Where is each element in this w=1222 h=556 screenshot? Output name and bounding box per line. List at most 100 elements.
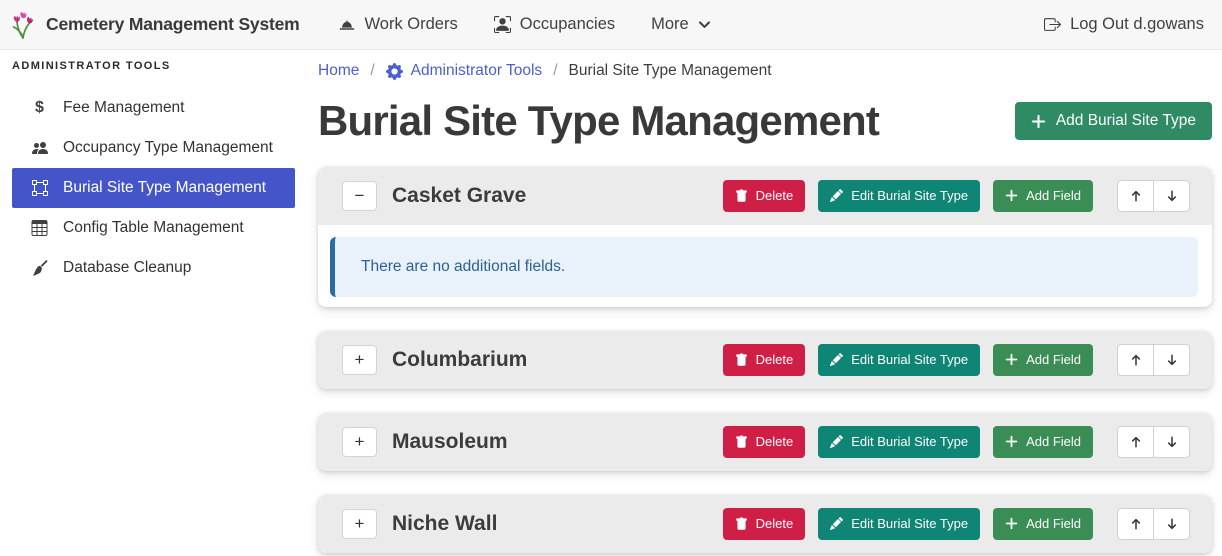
panel-title: Niche Wall: [392, 512, 497, 536]
sidebar-item-burial-site-type[interactable]: Burial Site Type Management: [12, 168, 295, 208]
arrow-up-icon: [1129, 353, 1143, 367]
panel-title: Columbarium: [392, 348, 527, 372]
plus-icon: [1031, 114, 1046, 129]
nav-links: Work Orders Occupancies More: [338, 15, 711, 34]
chevron-down-icon: [698, 18, 711, 31]
pencil-icon: [830, 353, 843, 366]
sidebar-item-label: Database Cleanup: [63, 259, 191, 277]
arrow-down-icon: [1165, 353, 1179, 367]
broom-icon: [30, 260, 49, 276]
pencil-icon: [830, 517, 843, 530]
add-field-button[interactable]: Add Field: [993, 508, 1093, 540]
move-down-button[interactable]: [1153, 426, 1190, 458]
plus-icon: [1005, 435, 1018, 448]
logout-label: Log Out d.gowans: [1070, 15, 1204, 34]
edit-burial-site-type-button[interactable]: Edit Burial Site Type: [818, 180, 980, 212]
panel-actions: Delete Edit Burial Site Type: [723, 426, 1190, 458]
move-down-button[interactable]: [1153, 180, 1190, 212]
delete-button[interactable]: Delete: [723, 180, 806, 212]
move-down-button[interactable]: [1153, 344, 1190, 376]
breadcrumb-current: Burial Site Type Management: [569, 62, 772, 80]
delete-button[interactable]: Delete: [723, 426, 806, 458]
sidebar-item-label: Fee Management: [63, 99, 185, 117]
main-content: Home / Administrator Tools / Burial Site…: [310, 50, 1222, 556]
arrow-up-icon: [1129, 189, 1143, 203]
sidebar: ADMINISTRATOR TOOLS $ Fee Management Occ…: [0, 50, 310, 556]
gear-icon: [386, 63, 403, 80]
breadcrumb-home-link[interactable]: Home: [318, 62, 359, 80]
sidebar-item-config-table[interactable]: Config Table Management: [0, 208, 310, 248]
hard-hat-icon: [338, 17, 356, 33]
move-down-button[interactable]: [1153, 508, 1190, 540]
add-field-button[interactable]: Add Field: [993, 344, 1093, 376]
sidebar-section-header: ADMINISTRATOR TOOLS: [0, 60, 310, 72]
table-icon: [30, 220, 49, 236]
arrow-up-icon: [1129, 517, 1143, 531]
trash-icon: [735, 353, 748, 367]
arrow-down-icon: [1165, 435, 1179, 449]
breadcrumb-admin-tools-link[interactable]: Administrator Tools: [386, 62, 543, 80]
page-title: Burial Site Type Management: [318, 94, 879, 149]
panel-actions: Delete Edit Burial Site Type: [723, 344, 1190, 376]
brand-title: Cemetery Management System: [46, 14, 300, 35]
panel-header: + Mausoleum Delete: [318, 413, 1212, 471]
panel-actions: Delete Edit Burial Site Type: [723, 508, 1190, 540]
panel-header: − Casket Grave Delete: [318, 167, 1212, 225]
panel-mausoleum: + Mausoleum Delete: [318, 413, 1212, 471]
arrow-down-icon: [1165, 517, 1179, 531]
plus-icon: [1005, 353, 1018, 366]
edit-burial-site-type-button[interactable]: Edit Burial Site Type: [818, 426, 980, 458]
panel-title: Mausoleum: [392, 430, 508, 454]
arrow-down-icon: [1165, 189, 1179, 203]
nav-item-label: Occupancies: [520, 15, 615, 34]
collapse-toggle-button[interactable]: −: [342, 181, 377, 211]
nav-item-more[interactable]: More: [651, 15, 711, 34]
reorder-buttons: [1117, 344, 1190, 376]
expand-toggle-button[interactable]: +: [342, 345, 377, 375]
add-field-button[interactable]: Add Field: [993, 426, 1093, 458]
add-field-button[interactable]: Add Field: [993, 180, 1093, 212]
panel-casket-grave: − Casket Grave Delete: [318, 167, 1212, 307]
move-up-button[interactable]: [1117, 508, 1154, 540]
trash-icon: [735, 189, 748, 203]
edit-burial-site-type-button[interactable]: Edit Burial Site Type: [818, 508, 980, 540]
trash-icon: [735, 435, 748, 449]
dollar-icon: $: [30, 100, 49, 116]
breadcrumb: Home / Administrator Tools / Burial Site…: [318, 62, 1212, 80]
logout-icon: [1044, 16, 1061, 33]
sidebar-item-occupancy-type[interactable]: Occupancy Type Management: [0, 128, 310, 168]
reorder-buttons: [1117, 508, 1190, 540]
pencil-icon: [830, 189, 843, 202]
add-burial-site-type-button[interactable]: Add Burial Site Type: [1015, 102, 1212, 140]
expand-toggle-button[interactable]: +: [342, 427, 377, 457]
nav-item-occupancies[interactable]: Occupancies: [494, 15, 615, 34]
tulip-logo-icon: [10, 10, 36, 40]
reorder-buttons: [1117, 180, 1190, 212]
panel-title: Casket Grave: [392, 184, 526, 208]
panel-niche-wall: + Niche Wall Delete: [318, 495, 1212, 553]
panel-header: + Niche Wall Delete: [318, 495, 1212, 553]
nav-item-work-orders[interactable]: Work Orders: [338, 15, 458, 34]
panel-header: + Columbarium Delete: [318, 331, 1212, 389]
plus-icon: [1005, 517, 1018, 530]
sidebar-item-label: Config Table Management: [63, 219, 244, 237]
sidebar-item-database-cleanup[interactable]: Database Cleanup: [0, 248, 310, 288]
burial-site-type-list: − Casket Grave Delete: [318, 167, 1212, 553]
app-window: Cemetery Management System Work Orders O…: [0, 0, 1222, 556]
delete-button[interactable]: Delete: [723, 508, 806, 540]
sidebar-item-label: Occupancy Type Management: [63, 139, 273, 157]
move-up-button[interactable]: [1117, 426, 1154, 458]
people-icon: [30, 140, 49, 156]
sidebar-item-fee-management[interactable]: $ Fee Management: [0, 88, 310, 128]
logout-button[interactable]: Log Out d.gowans: [1044, 15, 1204, 34]
panel-body: There are no additional fields.: [318, 225, 1212, 307]
brand-link[interactable]: Cemetery Management System: [10, 10, 300, 40]
no-fields-alert: There are no additional fields.: [330, 237, 1198, 297]
move-up-button[interactable]: [1117, 180, 1154, 212]
edit-burial-site-type-button[interactable]: Edit Burial Site Type: [818, 344, 980, 376]
expand-toggle-button[interactable]: +: [342, 509, 377, 539]
bounding-box-icon: [30, 180, 49, 196]
delete-button[interactable]: Delete: [723, 344, 806, 376]
trash-icon: [735, 517, 748, 531]
move-up-button[interactable]: [1117, 344, 1154, 376]
